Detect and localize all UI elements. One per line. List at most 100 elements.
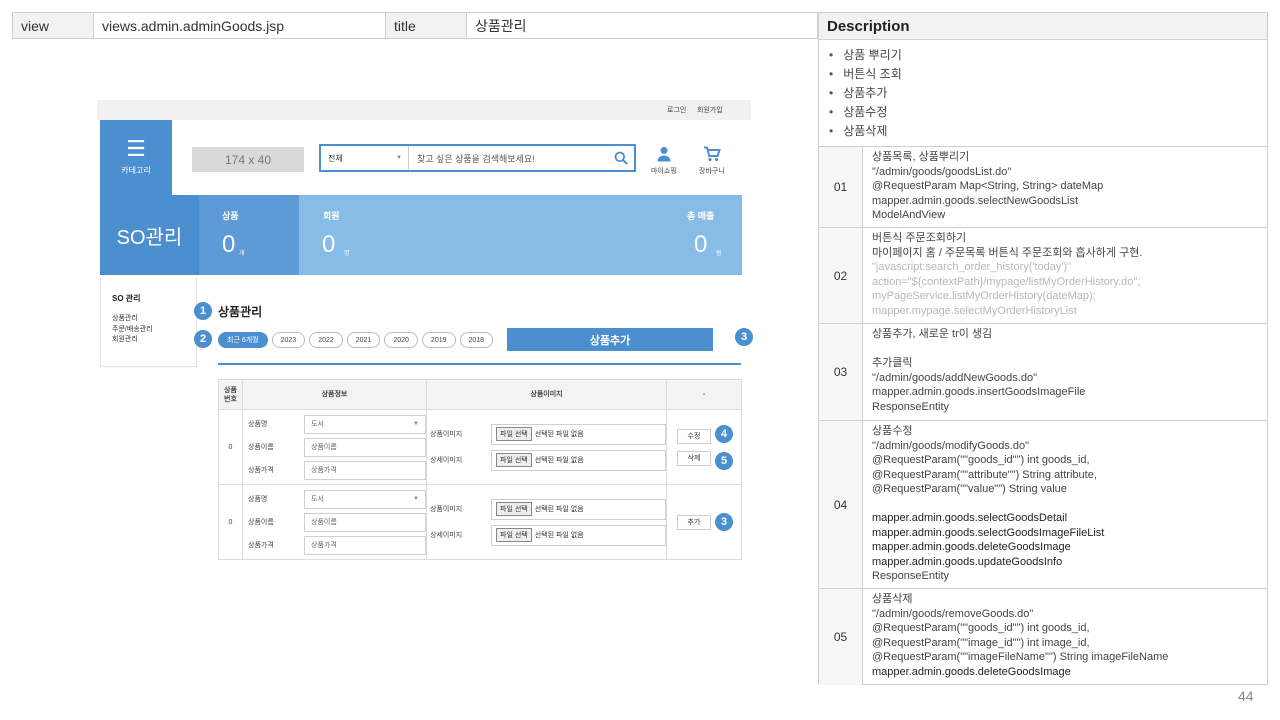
field-label: 상품이름: [248, 444, 274, 451]
header-action: -: [666, 379, 742, 410]
products-panel: [199, 195, 299, 275]
stats-banner: SO관리 상품 0 개 회원 0 명 총 매출 0 원: [100, 195, 742, 275]
category-label: 카테고리: [121, 166, 151, 175]
row-text-line: ResponseEntity: [872, 400, 950, 413]
admin-sidebar: SO 관리 상품관리 주문/배송관리 회원관리: [100, 277, 197, 367]
header-goods-info: 상품정보: [242, 379, 427, 410]
goods-price-input[interactable]: 상품가격: [304, 460, 426, 480]
modify-button[interactable]: 수정: [677, 428, 711, 444]
bullet-item: 상품수정: [829, 103, 1267, 122]
description-row: 05 상품삭제 "/admin/goods/removeGoods.do" @Requ…: [819, 589, 1267, 685]
year-button-recent[interactable]: 최근 6개월: [218, 332, 268, 348]
row-text-line: mapper.admin.goods.selectNewGoodsList: [872, 194, 1079, 207]
row-text-line: @RequestParam(""attribute"") String attr…: [872, 468, 1097, 481]
join-link[interactable]: 회원가입: [697, 105, 723, 115]
year-button-2021[interactable]: 2021: [346, 332, 381, 348]
row-text-line: "/admin/goods/modifyGoods.do": [872, 439, 1030, 452]
title-value: 상품관리: [475, 17, 527, 34]
sales-label: 총 매출: [687, 211, 715, 221]
sidebar-item-goods[interactable]: 상품관리: [112, 314, 196, 325]
goods-info-cell: 상품명 도서 ▼ 상품이름 상품이름 상품가격 상품가격: [242, 484, 427, 560]
goods-image-cell: 상품이미지 파일 선택 선택된 파일 없음 상세이미지 파일 선택 선택된 파일 없…: [426, 409, 667, 485]
row-number: 03: [819, 324, 863, 420]
file-select-button[interactable]: 파일 선택: [496, 453, 532, 467]
file-select-button[interactable]: 파일 선택: [496, 528, 532, 542]
goods-name-input[interactable]: 상품이름: [304, 437, 426, 457]
callout-badge-3b: 3: [715, 513, 733, 531]
field-label: 상품명: [248, 496, 268, 503]
sidebar-item-members[interactable]: 회원관리: [112, 335, 196, 346]
cart-label: 장바구니: [699, 168, 725, 175]
row-text-line: action="${contextPath}/mypage/listMyOrde…: [872, 275, 1141, 288]
view-label: view: [13, 13, 94, 38]
row-text-line: 상품목록, 상품뿌리기: [872, 151, 970, 163]
row-text: 상품목록, 상품뿌리기 "/admin/goods/goodsList.do" @R…: [863, 147, 1267, 227]
search-icon[interactable]: [608, 146, 634, 170]
login-link[interactable]: 로그인: [667, 105, 686, 115]
detail-file-input[interactable]: 파일 선택 선택된 파일 없음: [491, 524, 666, 546]
delete-button[interactable]: 삭제: [677, 450, 711, 466]
image-file-input[interactable]: 파일 선택 선택된 파일 없음: [491, 498, 666, 520]
field-label: 상품이미지: [430, 506, 463, 513]
row-text-line: @RequestParam(""imageFileName"") String …: [872, 651, 1169, 663]
year-button-2020[interactable]: 2020: [384, 332, 418, 348]
file-select-button[interactable]: 파일 선택: [496, 427, 532, 441]
hamburger-icon: ☰: [126, 136, 146, 161]
banner-title: SO관리: [100, 195, 199, 275]
row-text-line: @RequestParam Map<String, String> dateMa…: [872, 180, 1104, 192]
row-text-line: "/admin/goods/addNewGoods.do": [872, 371, 1037, 384]
add-goods-button[interactable]: 상품추가: [507, 328, 713, 351]
cart-button[interactable]: 장바구니: [699, 146, 725, 176]
members-label: 회원: [323, 211, 340, 221]
row-text-line: "/admin/goods/removeGoods.do": [872, 607, 1034, 620]
header-goods-no: 상품 번호: [218, 379, 243, 410]
goods-type-select[interactable]: 도서 ▼: [304, 414, 426, 434]
sidebar-item-orders[interactable]: 주문/배송관리: [112, 325, 196, 336]
callout-badge-1: 1: [194, 302, 212, 320]
row-text-line: mapper.admin.goods.deleteGoodsImage: [872, 541, 1071, 553]
mypage-button[interactable]: 마이쇼핑: [651, 146, 677, 176]
year-button-2023[interactable]: 2023: [271, 332, 306, 348]
chevron-down-icon: ▼: [396, 155, 402, 161]
search-input[interactable]: 찾고 싶은 상품을 검색해보세요!: [409, 152, 608, 165]
description-row: 04 상품수정 "/admin/goods/modifyGoods.do" @Requ…: [819, 421, 1267, 589]
callout-badge-3: 3: [735, 328, 753, 346]
category-button[interactable]: ☰ 카테고리: [100, 120, 172, 195]
goods-type-value: 도서: [311, 496, 324, 503]
bullet-item: 상품 뿌리기: [829, 46, 1267, 65]
description-row: 02 버튼식 주문조회하기 마이페이지 홈 / 주문목록 버튼식 주문조회와 흡사하…: [819, 228, 1267, 324]
year-button-2019[interactable]: 2019: [421, 332, 456, 348]
goods-no: 0: [218, 484, 243, 560]
row-text-line: [872, 497, 1267, 512]
file-select-button[interactable]: 파일 선택: [496, 502, 532, 516]
mypage-label: 마이쇼핑: [651, 168, 677, 175]
year-button-2022[interactable]: 2022: [309, 332, 343, 348]
field-label: 상품이름: [248, 519, 274, 526]
goods-type-select[interactable]: 도서 ▼: [304, 489, 426, 509]
row-text-line: 버튼식 주문조회하기: [872, 232, 967, 244]
admin-mockup: 로그인 회원가입 ☰ 카테고리 174 x 40 전체 ▼ 찾고 싶은 상품을 …: [97, 100, 753, 570]
add-row-button[interactable]: 추가: [677, 514, 711, 530]
row-text: 상품추가, 새로운 tr이 생김 추가클릭 "/admin/goods/addNew…: [863, 324, 1267, 420]
row-text-line: mapper.admin.goods.deleteGoodsImage: [872, 665, 1071, 678]
row-number: 01: [819, 147, 863, 227]
year-button-2018[interactable]: 2018: [459, 332, 494, 348]
products-unit: 개: [239, 251, 245, 257]
row-number: 05: [819, 589, 863, 685]
file-status: 선택된 파일 없음: [534, 532, 584, 539]
members-unit: 명: [344, 251, 350, 257]
description-bullets: 상품 뿌리기 버튼식 조회 상품추가 상품수정 상품삭제: [819, 40, 1267, 147]
image-file-input[interactable]: 파일 선택 선택된 파일 없음: [491, 423, 666, 445]
logo-placeholder: 174 x 40: [192, 147, 304, 172]
row-text-line: @RequestParam(""goods_id"") int goods_id…: [872, 454, 1090, 466]
search-category-select[interactable]: 전체 ▼: [321, 146, 409, 170]
page-number: 44: [1238, 688, 1254, 704]
row-number: 02: [819, 228, 863, 323]
detail-file-input[interactable]: 파일 선택 선택된 파일 없음: [491, 449, 666, 471]
description-row: 03 상품추가, 새로운 tr이 생김 추가클릭 "/admin/goods/addN…: [819, 324, 1267, 421]
description-row: 01 상품목록, 상품뿌리기 "/admin/goods/goodsList.do"…: [819, 147, 1267, 228]
goods-price-input[interactable]: 상품가격: [304, 535, 426, 555]
row-text-line: ModelAndView: [872, 209, 946, 221]
goods-name-input[interactable]: 상품이름: [304, 512, 426, 532]
row-text-line: 상품추가, 새로운 tr이 생김: [872, 328, 993, 340]
